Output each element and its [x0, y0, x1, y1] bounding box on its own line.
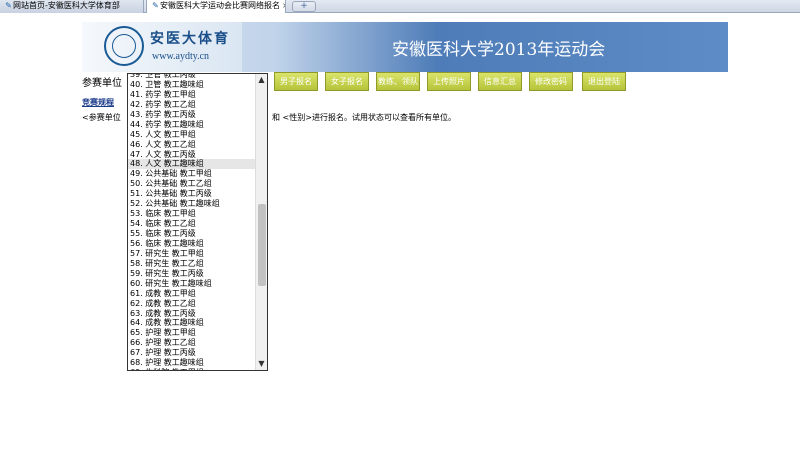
unit-option[interactable]: 58. 研究生 教工乙组 — [128, 259, 256, 269]
unit-option[interactable]: 63. 成教 教工丙级 — [128, 309, 256, 319]
page-icon: ✎ — [5, 1, 12, 10]
browser-tab-strip: ✎网站首页-安徽医科大学体育部 ✎安徽医科大学运动会比赛网络报名× + — [0, 0, 800, 13]
logout-button[interactable]: 退出登陆 — [582, 72, 626, 91]
unit-option[interactable]: 69. 生科院 教工甲组 — [128, 368, 256, 370]
unit-option[interactable]: 62. 成教 教工乙组 — [128, 299, 256, 309]
unit-option[interactable]: 54. 临床 教工乙组 — [128, 219, 256, 229]
tab-label: 网站首页-安徽医科大学体育部 — [13, 1, 120, 10]
unit-option[interactable]: 59. 研究生 教工丙级 — [128, 269, 256, 279]
unit-option[interactable]: 40. 卫管 教工趣味组 — [128, 80, 256, 90]
unit-option[interactable]: 47. 人文 教工丙级 — [128, 150, 256, 160]
logo-name: 安医大体育 — [150, 31, 230, 47]
unit-option[interactable]: 46. 人文 教工乙组 — [128, 140, 256, 150]
scroll-up-icon[interactable]: ▲ — [256, 74, 267, 86]
banner-title: 安徽医科大学2013年运动会 — [392, 40, 606, 60]
unit-option[interactable]: 65. 护理 教工甲组 — [128, 328, 256, 338]
unit-option[interactable]: 57. 研究生 教工甲组 — [128, 249, 256, 259]
info-summary-button[interactable]: 信息汇总 — [478, 72, 522, 91]
browser-tab-registration[interactable]: ✎安徽医科大学运动会比赛网络报名× — [146, 0, 286, 13]
logo-area: 安医大体育 www.aydty.cn — [82, 22, 242, 72]
unit-option[interactable]: 67. 护理 教工丙级 — [128, 348, 256, 358]
unit-option[interactable]: 43. 药学 教工丙级 — [128, 110, 256, 120]
unit-option[interactable]: 52. 公共基础 教工趣味组 — [128, 199, 256, 209]
unit-option[interactable]: 55. 临床 教工丙级 — [128, 229, 256, 239]
unit-option[interactable]: 53. 临床 教工甲组 — [128, 209, 256, 219]
dropdown-scrollbar[interactable]: ▲ ▼ — [255, 74, 267, 370]
female-registration-button[interactable]: 女子报名 — [325, 72, 369, 91]
unit-option[interactable]: 56. 临床 教工趣味组 — [128, 239, 256, 249]
unit-option[interactable]: 42. 药学 教工乙组 — [128, 100, 256, 110]
unit-option[interactable]: 41. 药学 教工甲组 — [128, 90, 256, 100]
unit-option-list: 39. 卫管 教工丙级 40. 卫管 教工趣味组 41. 药学 教工甲组 42. 药学… — [128, 74, 256, 370]
unit-option[interactable]: 64. 成教 教工趣味组 — [128, 318, 256, 328]
unit-option[interactable]: 61. 成教 教工甲组 — [128, 289, 256, 299]
site-banner: 安医大体育 www.aydty.cn 安徽医科大学2013年运动会 — [82, 22, 728, 72]
page-icon: ✎ — [152, 1, 159, 10]
unit-option[interactable]: 60. 研究生 教工趣味组 — [128, 279, 256, 289]
note-text: 和 <性别>进行报名。试用状态可以查看所有单位。 — [272, 113, 456, 122]
tab-label: 安徽医科大学运动会比赛网络报名 — [160, 1, 280, 10]
upload-photo-button[interactable]: 上传照片 — [427, 72, 471, 91]
unit-select-dropdown[interactable]: 39. 卫管 教工丙级 40. 卫管 教工趣味组 41. 药学 教工甲组 42. 药学… — [127, 73, 268, 371]
change-password-button[interactable]: 修改密码 — [529, 72, 573, 91]
unit-option[interactable]: 50. 公共基础 教工乙组 — [128, 179, 256, 189]
note-prefix: <参赛单位 — [82, 113, 121, 122]
scroll-down-icon[interactable]: ▼ — [256, 358, 267, 370]
unit-option[interactable]: 44. 药学 教工趣味组 — [128, 120, 256, 130]
unit-option[interactable]: 45. 人文 教工甲组 — [128, 130, 256, 140]
university-seal-icon — [104, 26, 144, 66]
unit-option[interactable]: 39. 卫管 教工丙级 — [128, 74, 256, 80]
unit-option[interactable]: 51. 公共基础 教工丙级 — [128, 189, 256, 199]
unit-option[interactable]: 66. 护理 教工乙组 — [128, 338, 256, 348]
browser-tab-home[interactable]: ✎网站首页-安徽医科大学体育部 — [0, 0, 144, 13]
rules-link[interactable]: 竞赛规程 — [82, 97, 114, 108]
unit-option[interactable]: 48. 人文 教工趣味组 — [128, 159, 256, 170]
scrollbar-thumb[interactable] — [258, 204, 266, 286]
male-registration-button[interactable]: 男子报名 — [274, 72, 318, 91]
close-icon[interactable]: × — [282, 0, 285, 12]
logo-url: www.aydty.cn — [152, 51, 210, 62]
coach-leader-button[interactable]: 教练、领队 — [376, 72, 420, 91]
unit-option[interactable]: 49. 公共基础 教工甲组 — [128, 169, 256, 179]
unit-label: 参赛单位 — [82, 78, 122, 89]
unit-option[interactable]: 68. 护理 教工趣味组 — [128, 358, 256, 368]
new-tab-button[interactable]: + — [292, 1, 316, 12]
